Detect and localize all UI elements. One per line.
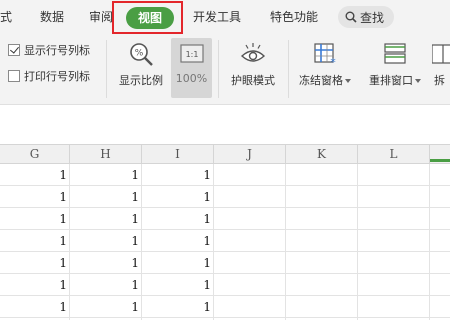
cell-h-row-3[interactable]: 1: [70, 208, 142, 230]
cell-g-row-7[interactable]: 1: [0, 296, 70, 318]
cell-j-row-2[interactable]: [214, 186, 286, 208]
tab-features[interactable]: 特色功能: [270, 9, 318, 25]
checkbox-checked-icon: [8, 44, 20, 56]
eye-protection-button[interactable]: 护眼模式: [224, 38, 282, 98]
cell-k-row-4[interactable]: [286, 230, 358, 252]
cell-k-row-6[interactable]: [286, 274, 358, 296]
print-row-col-headers-label: 打印行号列标: [24, 70, 90, 83]
cell-j-row-5[interactable]: [214, 252, 286, 274]
formula-bar-area: [0, 104, 450, 144]
zoom-100-label: 100%: [175, 72, 208, 85]
column-header-j[interactable]: J: [214, 145, 286, 164]
column-header-h[interactable]: H: [70, 145, 142, 164]
column-header-l[interactable]: L: [358, 145, 430, 164]
search-button[interactable]: 查找: [338, 6, 394, 28]
cell-i-row-7[interactable]: 1: [142, 296, 214, 318]
cell-l-row-1[interactable]: [358, 164, 430, 186]
tab-format[interactable]: 式: [0, 9, 12, 25]
cell-g-row-1[interactable]: 1: [0, 164, 70, 186]
cell-i-row-6[interactable]: 1: [142, 274, 214, 296]
split-window-label: 拆: [434, 74, 445, 87]
search-icon: [345, 11, 357, 23]
freeze-panes-icon: *: [314, 43, 336, 68]
eye-protection-label: 护眼模式: [231, 74, 275, 87]
column-header-i[interactable]: I: [142, 145, 214, 164]
cell-l-row-6[interactable]: [358, 274, 430, 296]
cell-l-row-7[interactable]: [358, 296, 430, 318]
zoom-magnifier-icon: %: [130, 43, 153, 66]
ribbon-separator: [106, 40, 107, 98]
tab-data[interactable]: 数据: [40, 9, 64, 25]
cell-i-row-1[interactable]: 1: [142, 164, 214, 186]
chevron-down-icon: [345, 79, 351, 83]
cell-g-row-5[interactable]: 1: [0, 252, 70, 274]
zoom-ratio-label: 显示比例: [119, 74, 163, 87]
zoom-100-button[interactable]: 1:1 100%: [171, 38, 212, 98]
cell-j-row-1[interactable]: [214, 164, 286, 186]
cell-l-row-5[interactable]: [358, 252, 430, 274]
cell-l-row-4[interactable]: [358, 230, 430, 252]
spreadsheet-grid[interactable]: 111111111111111111111: [0, 164, 450, 320]
svg-text:%: %: [135, 49, 144, 59]
cell-k-row-5[interactable]: [286, 252, 358, 274]
rearrange-windows-icon: [384, 43, 406, 64]
one-to-one-icon: 1:1: [179, 44, 204, 63]
cell-k-row-1[interactable]: [286, 164, 358, 186]
ribbon-separator: [218, 40, 219, 98]
freeze-panes-button[interactable]: * 冻结窗格: [292, 38, 358, 98]
cell-g-row-6[interactable]: 1: [0, 274, 70, 296]
cell-h-row-6[interactable]: 1: [70, 274, 142, 296]
selected-column-indicator: [430, 159, 450, 162]
cell-g-row-4[interactable]: 1: [0, 230, 70, 252]
column-header-row: G H I J K L: [0, 144, 450, 164]
cell-i-row-2[interactable]: 1: [142, 186, 214, 208]
split-window-icon: [432, 44, 450, 64]
view-ribbon: 显示行号列标 打印行号列标 % 显示比例 1:1 100% 护眼模式 * 冻结窗…: [0, 34, 450, 104]
tab-developer[interactable]: 开发工具: [193, 9, 241, 25]
show-row-col-headers-label: 显示行号列标: [24, 44, 90, 57]
cell-k-row-7[interactable]: [286, 296, 358, 318]
cell-i-row-5[interactable]: 1: [142, 252, 214, 274]
ribbon-separator: [288, 40, 289, 98]
cell-l-row-3[interactable]: [358, 208, 430, 230]
search-label: 查找: [360, 11, 385, 25]
freeze-panes-label: 冻结窗格: [292, 72, 358, 88]
cell-l-row-2[interactable]: [358, 186, 430, 208]
cell-i-row-3[interactable]: 1: [142, 208, 214, 230]
tab-review[interactable]: 审阅: [89, 9, 113, 25]
cell-i-row-4[interactable]: 1: [142, 230, 214, 252]
zoom-100-icon-text: 1:1: [185, 50, 198, 59]
column-header-g[interactable]: G: [0, 145, 70, 164]
cell-k-row-3[interactable]: [286, 208, 358, 230]
menu-tab-bar: 式 数据 审阅 视图 开发工具 特色功能 查找: [0, 0, 450, 34]
cell-g-row-3[interactable]: 1: [0, 208, 70, 230]
cell-g-row-2[interactable]: 1: [0, 186, 70, 208]
cell-h-row-7[interactable]: 1: [70, 296, 142, 318]
print-row-col-headers-checkbox[interactable]: 打印行号列标: [8, 68, 90, 84]
cell-h-row-4[interactable]: 1: [70, 230, 142, 252]
split-window-button[interactable]: 拆: [432, 38, 450, 98]
zoom-ratio-button[interactable]: % 显示比例: [112, 38, 170, 98]
cell-h-row-1[interactable]: 1: [70, 164, 142, 186]
cell-k-row-2[interactable]: [286, 186, 358, 208]
tab-view-highlight-box: [112, 1, 183, 34]
checkbox-unchecked-icon: [8, 70, 20, 82]
cell-j-row-6[interactable]: [214, 274, 286, 296]
rearrange-windows-button[interactable]: 重排窗口: [362, 38, 428, 98]
eye-icon: [240, 43, 266, 62]
cell-j-row-3[interactable]: [214, 208, 286, 230]
show-row-col-headers-checkbox[interactable]: 显示行号列标: [8, 42, 90, 58]
column-header-k[interactable]: K: [286, 145, 358, 164]
svg-text:*: *: [330, 56, 336, 68]
cell-h-row-2[interactable]: 1: [70, 186, 142, 208]
cell-j-row-7[interactable]: [214, 296, 286, 318]
chevron-down-icon: [415, 79, 421, 83]
rearrange-windows-label: 重排窗口: [362, 72, 428, 88]
cell-j-row-4[interactable]: [214, 230, 286, 252]
cell-h-row-5[interactable]: 1: [70, 252, 142, 274]
